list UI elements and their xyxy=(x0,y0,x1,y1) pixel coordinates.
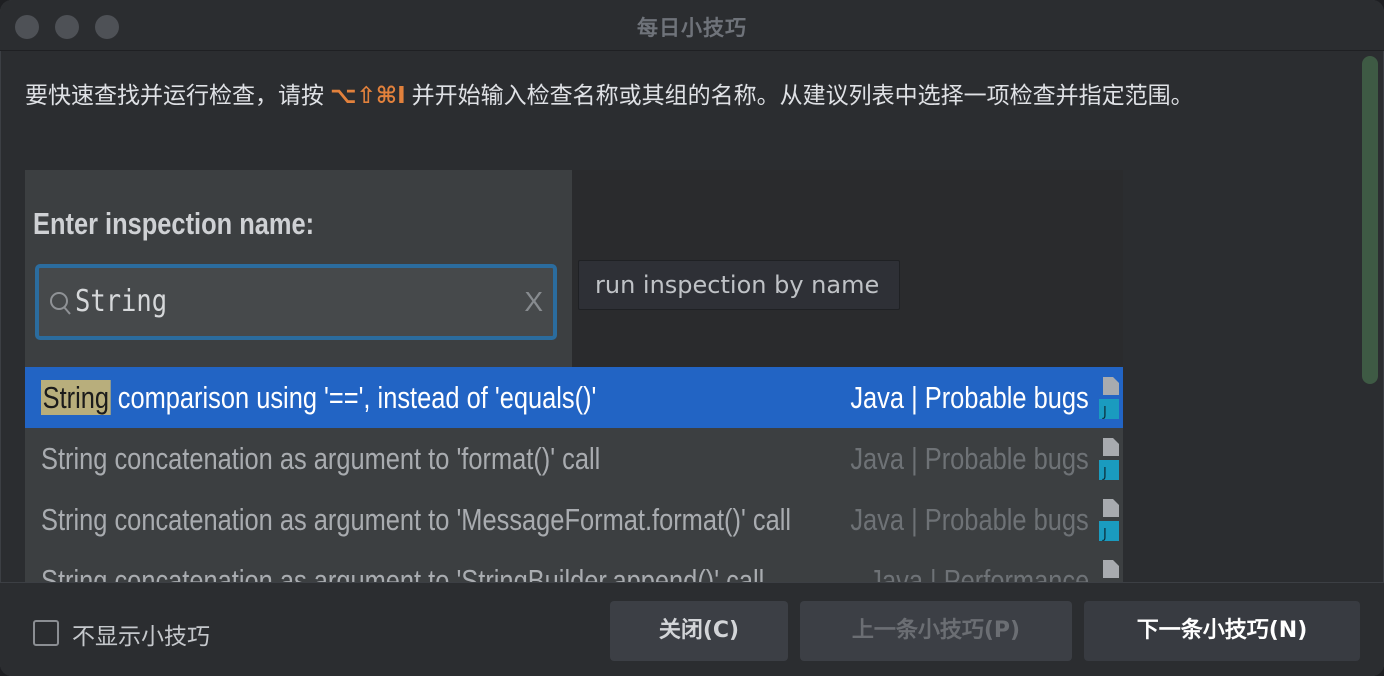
dont-show-tips-checkbox[interactable] xyxy=(33,620,59,646)
title-bar: 每日小技巧 xyxy=(0,0,1384,51)
result-row: String comparison using '==', instead of… xyxy=(25,367,1123,428)
result-category: Java | Probable bugs xyxy=(850,441,1089,476)
java-file-icon: J xyxy=(1099,377,1119,420)
result-name: String concatenation as argument to 'Str… xyxy=(41,563,765,582)
java-file-icon: J xyxy=(1099,438,1119,481)
tip-text: 要快速查找并运行检查，请按 ⌥⇧⌘I 并开始输入检查名称或其组的名称。从建议列表中选… xyxy=(25,80,1325,112)
clear-icon: X xyxy=(524,286,543,317)
tip-shortcut: ⌥⇧⌘I xyxy=(330,83,406,109)
window-title: 每日小技巧 xyxy=(637,16,747,40)
search-value: String xyxy=(75,284,168,319)
scrollbar-thumb[interactable] xyxy=(1362,56,1378,384)
close-button[interactable]: 关闭(C) xyxy=(610,601,788,661)
inspection-search-input: String X xyxy=(35,264,557,340)
svg-text:J: J xyxy=(1102,527,1107,542)
dont-show-tips-label[interactable]: 不显示小技巧 xyxy=(72,617,210,651)
result-name: String concatenation as argument to 'for… xyxy=(41,441,601,476)
tip-text-before: 要快速查找并运行检查，请按 xyxy=(25,83,324,109)
tip-text-after: 并开始输入检查名称或其组的名称。从建议列表中选择一项检查并指定范围。 xyxy=(411,83,1194,109)
tip-illustration: Enter inspection name: String X run insp… xyxy=(25,170,1123,582)
java-file-icon xyxy=(1103,560,1119,578)
tips-dialog: 每日小技巧 要快速查找并运行检查，请按 ⌥⇧⌘I 并开始输入检查名称或其组的名称。从… xyxy=(0,0,1384,676)
inspection-popup: Enter inspection name: String X xyxy=(25,170,572,367)
result-category: Java | Probable bugs xyxy=(850,502,1089,537)
result-name: String concatenation as argument to 'Mes… xyxy=(41,502,792,537)
result-name: String comparison using '==', instead of… xyxy=(41,380,597,415)
results-list: String comparison using '==', instead of… xyxy=(25,367,1123,582)
next-tip-button[interactable]: 下一条小技巧(N) xyxy=(1084,601,1360,661)
hint-tooltip: run inspection by name xyxy=(578,260,900,310)
svg-text:J: J xyxy=(1102,405,1107,420)
result-row: String concatenation as argument to 'Mes… xyxy=(25,489,1123,550)
search-icon xyxy=(50,292,71,315)
dialog-footer: 不显示小技巧 关闭(C) 上一条小技巧(P) 下一条小技巧(N) xyxy=(0,582,1384,676)
popup-label: Enter inspection name: xyxy=(33,206,315,241)
search-match-highlight: String xyxy=(41,380,111,415)
svg-text:J: J xyxy=(1102,466,1107,481)
result-row: String concatenation as argument to 'Str… xyxy=(25,550,1123,582)
result-category: Java | Performance xyxy=(869,563,1089,582)
result-category: Java | Probable bugs xyxy=(850,380,1089,415)
java-file-icon: J xyxy=(1099,499,1119,542)
previous-tip-button[interactable]: 上一条小技巧(P) xyxy=(800,601,1072,661)
result-row: String concatenation as argument to 'for… xyxy=(25,428,1123,489)
